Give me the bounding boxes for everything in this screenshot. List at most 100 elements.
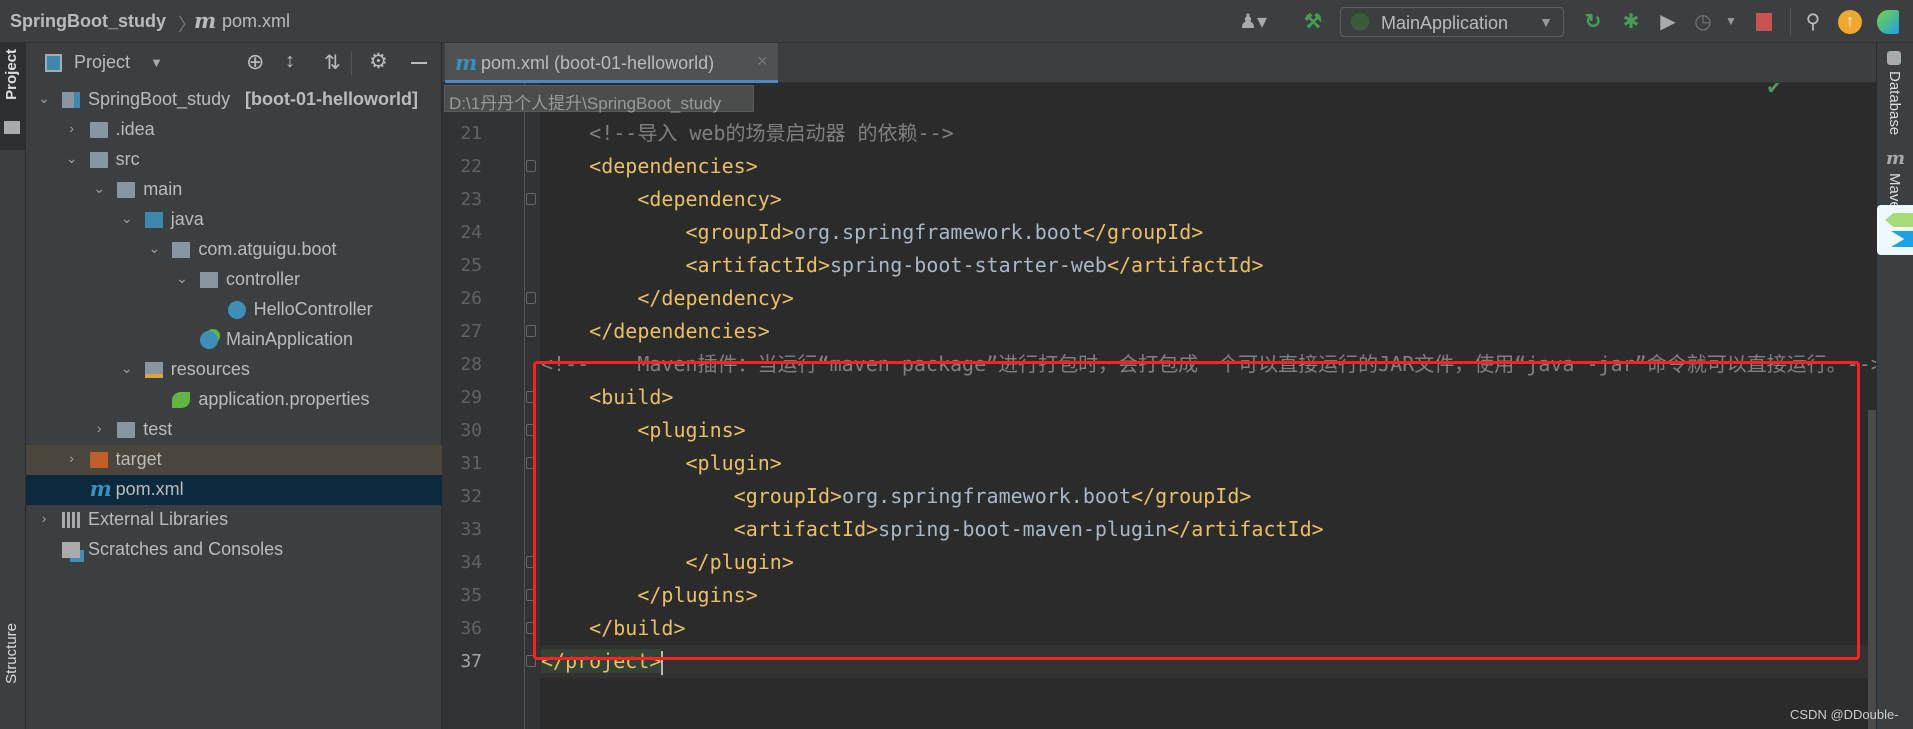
tree-item-label: Scratches and Consoles xyxy=(88,539,284,559)
stop-icon[interactable] xyxy=(1756,13,1772,31)
structure-tool-button[interactable]: Structure xyxy=(3,623,20,684)
folder-icon xyxy=(89,152,108,168)
folder-icon xyxy=(117,422,136,438)
database-icon xyxy=(1887,51,1901,65)
maven-file-icon: m xyxy=(455,50,478,75)
chevron-down-icon[interactable]: ⌄ xyxy=(174,270,190,287)
breadcrumb-file[interactable]: pom.xml xyxy=(222,11,290,32)
tree-item[interactable]: › test xyxy=(26,415,442,445)
chevron-down-icon[interactable]: ⌄ xyxy=(146,240,162,257)
user-icon[interactable]: ♟▾ xyxy=(1239,8,1267,34)
plugin-logo-bottom xyxy=(1891,231,1913,247)
line-number: 36 xyxy=(460,618,482,639)
chevron-right-icon[interactable]: › xyxy=(91,420,107,436)
tree-item[interactable]: HelloController xyxy=(26,295,442,325)
fold-marker-icon[interactable] xyxy=(526,193,536,205)
tree-item-label: HelloController xyxy=(253,299,373,319)
database-tool-button[interactable]: Database xyxy=(1886,71,1903,135)
fold-marker-icon[interactable] xyxy=(526,160,536,172)
tree-item[interactable]: ⌄ src xyxy=(26,145,442,175)
chevron-right-icon[interactable]: › xyxy=(36,510,52,526)
tree-item[interactable]: application.properties xyxy=(26,385,442,415)
tree-item[interactable]: ⌄ java xyxy=(26,205,442,235)
fold-marker-icon[interactable] xyxy=(526,325,536,337)
path-tooltip: D:\1丹丹个人提升\SpringBoot_study xyxy=(444,85,754,113)
breadcrumb-project[interactable]: SpringBoot_study xyxy=(10,11,166,32)
expand-all-icon[interactable]: ↕ xyxy=(285,50,295,73)
scratches-icon xyxy=(62,542,80,558)
run-configuration-select[interactable]: MainApplication ▼ xyxy=(1340,7,1564,37)
xml-tag: <dependencies> xyxy=(589,154,758,178)
xml-text: spring-boot-starter-web xyxy=(830,253,1107,277)
fold-marker-icon[interactable] xyxy=(526,292,536,304)
update-icon[interactable]: ↑ xyxy=(1838,10,1862,34)
tree-item[interactable]: m pom.xml xyxy=(26,475,442,505)
left-tool-stripe: Project Structure xyxy=(0,43,26,729)
tree-item-label: resources xyxy=(170,359,250,379)
code-line: <dependencies> xyxy=(541,150,758,183)
project-view-icon xyxy=(45,54,62,72)
hide-minus-icon[interactable] xyxy=(411,62,427,64)
tree-item-label: java xyxy=(170,209,204,229)
tree-item[interactable]: ⌄ SpringBoot_study [boot-01-helloworld] xyxy=(26,85,442,115)
line-number: 37 xyxy=(460,651,482,672)
xml-tag: <dependency> xyxy=(637,187,782,211)
tree-item-label: target xyxy=(115,449,162,469)
folder-icon xyxy=(89,122,108,138)
spring-boot-icon xyxy=(1351,13,1369,31)
line-number: 26 xyxy=(460,288,482,309)
chevron-down-icon[interactable]: ▼ xyxy=(1718,8,1744,34)
toolbox-icon[interactable] xyxy=(1877,10,1899,34)
build-hammer-icon[interactable]: ⚒ xyxy=(1300,8,1326,34)
xml-text xyxy=(541,220,686,244)
tree-item[interactable]: Scratches and Consoles xyxy=(26,535,442,565)
project-tool-button[interactable]: Project xyxy=(0,43,25,150)
locate-icon[interactable]: ⊕ xyxy=(246,49,264,75)
tree-item-label: pom.xml xyxy=(115,479,184,499)
libraries-icon xyxy=(62,512,80,528)
xml-text xyxy=(541,286,637,310)
chevron-right-icon[interactable]: › xyxy=(64,120,80,136)
chevron-down-icon[interactable]: ⌄ xyxy=(36,90,52,107)
close-icon[interactable]: × xyxy=(757,51,768,72)
line-number: 21 xyxy=(460,123,482,144)
code-line: </dependency> xyxy=(541,282,794,315)
coverage-icon[interactable]: ▶ xyxy=(1655,8,1681,34)
tree-item[interactable]: ⌄ main xyxy=(26,175,442,205)
tree-item[interactable]: › External Libraries xyxy=(26,505,442,535)
line-number: 32 xyxy=(460,486,482,507)
search-icon[interactable]: ⚲ xyxy=(1800,8,1826,34)
collapse-all-icon[interactable]: ⇅ xyxy=(324,50,341,75)
profile-icon[interactable]: ◷ xyxy=(1690,8,1716,34)
xml-text xyxy=(541,187,637,211)
xml-comment: <!--导入 web的场景启动器 的依赖--> xyxy=(589,121,954,145)
chevron-down-icon[interactable]: ⌄ xyxy=(64,150,80,167)
chevron-right-icon[interactable]: › xyxy=(64,450,80,466)
project-tool-label: Project xyxy=(3,49,20,100)
xml-text: org.springframework.boot xyxy=(793,220,1083,244)
code-line: <dependency> xyxy=(541,183,782,216)
xml-text xyxy=(541,253,686,277)
tree-item[interactable]: ⌄ resources xyxy=(26,355,442,385)
chevron-down-icon[interactable]: ▼ xyxy=(150,55,163,70)
tree-item-label: src xyxy=(115,149,140,169)
chevron-down-icon[interactable]: ⌄ xyxy=(91,180,107,197)
vertical-scrollbar[interactable] xyxy=(1868,410,1876,729)
editor-gutter: 19202122232425262728293031323334353637 xyxy=(442,83,540,729)
tree-item[interactable]: MainApplication xyxy=(26,325,442,355)
toolbar-divider xyxy=(1790,8,1791,36)
chevron-down-icon[interactable]: ⌄ xyxy=(119,360,135,377)
tree-item-label: com.atguigu.boot xyxy=(198,239,337,259)
tab-pom-xml[interactable]: m pom.xml (boot-01-helloworld) × xyxy=(445,43,778,83)
chevron-down-icon[interactable]: ⌄ xyxy=(119,210,135,227)
tree-item[interactable]: ⌄ controller xyxy=(26,265,442,295)
tree-item[interactable]: › .idea xyxy=(26,115,442,145)
gear-icon[interactable]: ⚙ xyxy=(369,49,388,74)
xml-text xyxy=(541,154,589,178)
tree-item[interactable]: › target xyxy=(26,445,442,475)
tree-item[interactable]: ⌄ com.atguigu.boot xyxy=(26,235,442,265)
rerun-icon[interactable]: ↻ xyxy=(1580,8,1606,34)
project-view-label[interactable]: Project xyxy=(74,52,130,73)
debug-bug-icon[interactable]: ✱ xyxy=(1618,8,1644,34)
floating-plugin-icon[interactable] xyxy=(1877,205,1913,255)
